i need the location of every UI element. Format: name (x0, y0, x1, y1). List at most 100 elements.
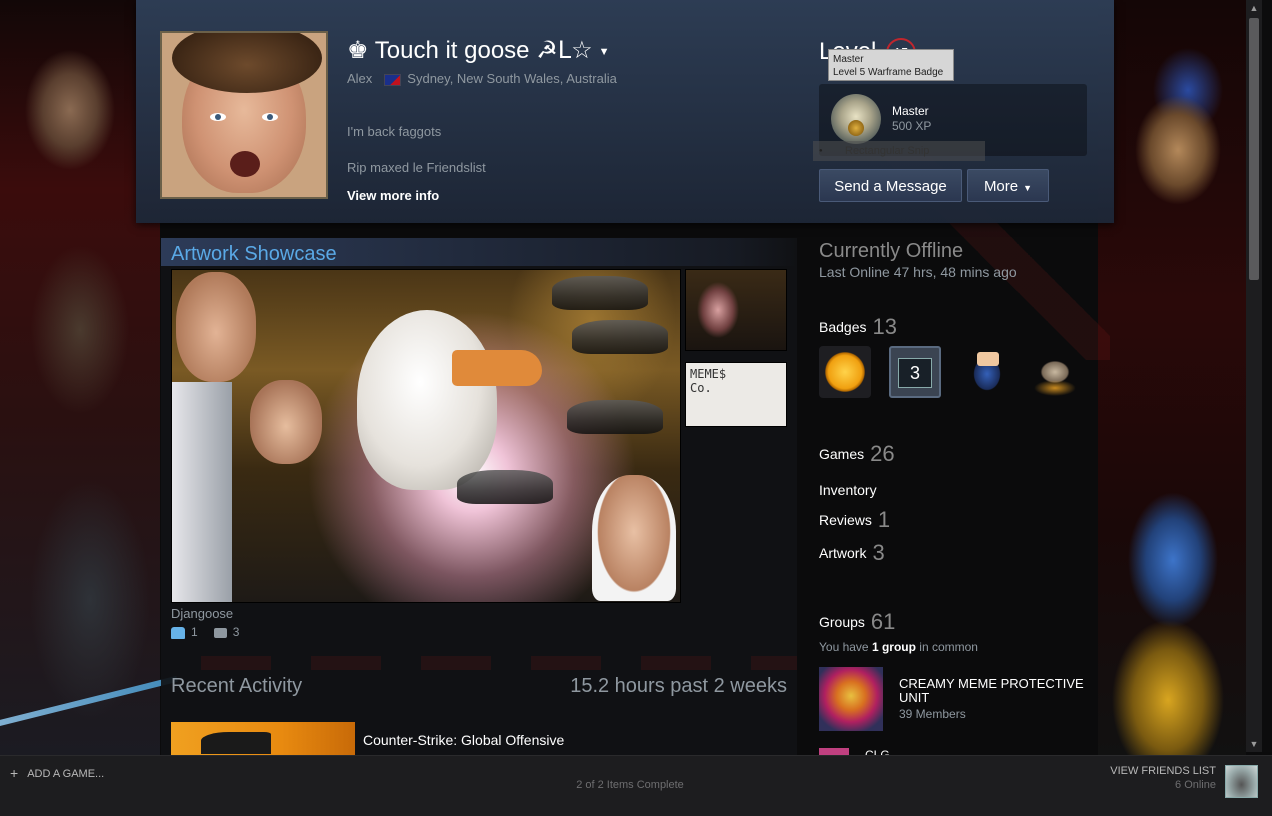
featured-badge-name: Master (892, 104, 929, 118)
send-message-button[interactable]: Send a Message (819, 169, 962, 202)
real-name: Alex (347, 71, 373, 86)
badges-link[interactable]: Badges 13 (819, 314, 897, 340)
snipping-tool-overlay: Rectangular Snip (813, 141, 985, 161)
games-count: 26 (870, 441, 895, 466)
last-online: Last Online 47 hrs, 48 mins ago (819, 264, 1017, 280)
reviews-link[interactable]: Reviews 1 (819, 507, 890, 533)
recent-activity-title: Recent Activity (171, 675, 303, 697)
profile-sidebar: Currently Offline Last Online 47 hrs, 48… (805, 238, 1095, 755)
groups-count: 61 (870, 609, 896, 634)
profile-summary-line: I'm back faggots (347, 124, 442, 139)
chevron-down-icon: ▼ (1023, 183, 1033, 193)
game-banner-image[interactable] (171, 722, 355, 755)
scroll-thumb[interactable] (1249, 18, 1259, 280)
level-badge-icon[interactable]: 3 (889, 346, 941, 398)
group-name-link[interactable]: CREAMY MEME PROTECTIVE UNIT (899, 677, 1094, 705)
comment-count: 3 (232, 625, 240, 639)
groups-in-common: You have 1 group in common (819, 640, 978, 654)
inventory-label: Inventory (819, 482, 877, 498)
thumbnail-text: MEME$ Co. (690, 367, 727, 395)
avatar-eye (210, 113, 226, 121)
like-count: 1 (191, 625, 198, 639)
games-label: Games (819, 446, 865, 462)
avatar-eye (262, 113, 278, 121)
showcase-title: Artwork Showcase (171, 243, 337, 265)
artwork-car (567, 400, 663, 434)
group-member-count: 39 Members (899, 707, 966, 721)
showcase-header: Artwork Showcase (161, 238, 797, 266)
warframe-badge-icon (831, 94, 881, 144)
profile-header: ♚ Touch it goose ☭ᒪ☆ ▼ Alex Sydney, New So… (136, 0, 1114, 223)
background-art-right (1098, 0, 1246, 755)
send-message-label: Send a Message (834, 178, 947, 195)
artwork-goose-beak (452, 350, 542, 386)
group-avatar[interactable] (819, 667, 883, 731)
comment-icon[interactable] (213, 627, 227, 638)
featured-badge-xp: 500 XP (892, 119, 932, 133)
tooltip-subtitle: Level 5 Warframe Badge (833, 67, 944, 78)
groups-common-prefix: You have (819, 640, 869, 654)
artwork-thumbnail[interactable] (685, 269, 787, 351)
group-avatar[interactable] (819, 748, 849, 755)
coin-badge-icon[interactable] (819, 346, 871, 398)
section-divider (161, 656, 797, 670)
more-label: More (983, 178, 1019, 195)
artwork-link[interactable]: Artwork 3 (819, 540, 885, 566)
artwork-car (457, 470, 553, 504)
friends-online-count: 6 Online (1175, 779, 1216, 791)
artwork-car (572, 320, 668, 354)
badges-count: 13 (872, 314, 897, 339)
chevron-down-icon[interactable]: ▼ (599, 46, 610, 58)
artwork-face (592, 475, 676, 601)
window-edge (1262, 0, 1272, 752)
tooltip-title: Master (833, 54, 864, 65)
location: Sydney, New South Wales, Australia (407, 71, 617, 86)
groups-common-suffix: in common (919, 640, 978, 654)
thumbs-up-icon[interactable] (171, 626, 185, 639)
persona-name[interactable]: ♚ Touch it goose ☭ᒪ☆ ▼ (347, 36, 609, 65)
background-blade (0, 675, 178, 731)
download-status[interactable]: 2 of 2 Items Complete (0, 779, 1260, 791)
real-name-location: Alex Sydney, New South Wales, Australia (347, 71, 617, 86)
artwork-stats: 13 (171, 625, 239, 639)
group-name-link[interactable]: CLG (865, 748, 890, 755)
recent-activity-hours: 15.2 hours past 2 weeks (570, 675, 787, 697)
view-more-info-link[interactable]: View more info (347, 188, 439, 203)
reviews-label: Reviews (819, 512, 872, 528)
badge-tooltip: Master Level 5 Warframe Badge (828, 49, 954, 81)
pixel-character-badge-icon[interactable] (961, 346, 1013, 398)
artwork-label: Artwork (819, 545, 867, 561)
scroll-up-icon[interactable]: ▲ (1246, 0, 1262, 16)
profile-main-column: Artwork Showcase MEME$ Co. Djangoose 13 … (161, 238, 797, 755)
online-status: Currently Offline (819, 240, 964, 262)
game-name-link[interactable]: Counter-Strike: Global Offensive (363, 732, 564, 748)
artwork-goose (357, 310, 497, 490)
australia-flag-icon (384, 73, 402, 86)
inventory-link[interactable]: Inventory (819, 482, 877, 498)
artwork-caption[interactable]: Djangoose (171, 606, 233, 621)
groups-label: Groups (819, 614, 865, 630)
groups-common-count: 1 group (871, 640, 916, 654)
artwork-face (176, 272, 256, 382)
games-link[interactable]: Games 26 (819, 441, 895, 467)
profile-avatar[interactable] (160, 31, 328, 199)
artwork-car (552, 276, 648, 310)
artwork-main-image[interactable] (171, 269, 681, 603)
artwork-count: 3 (872, 540, 885, 565)
artwork-thumbnail[interactable]: MEME$ Co. (685, 362, 787, 427)
user-avatar[interactable] (1225, 765, 1258, 798)
avatar-mouth (230, 151, 260, 177)
badge-number: 3 (898, 358, 932, 388)
creature-badge-icon[interactable] (1029, 346, 1081, 398)
profile-summary-line: Rip maxed le Friendslist (347, 160, 486, 175)
steam-bottom-bar: + ADD A GAME... 2 of 2 Items Complete VIE… (0, 755, 1272, 816)
artwork-face (250, 380, 322, 464)
view-friends-list-link[interactable]: VIEW FRIENDS LIST (1110, 765, 1216, 777)
groups-link[interactable]: Groups 61 (819, 609, 895, 635)
more-button[interactable]: More ▼ (967, 169, 1049, 202)
artwork-figure (172, 382, 232, 602)
scroll-down-icon[interactable]: ▼ (1246, 736, 1262, 752)
vertical-scrollbar[interactable]: ▲ ▼ (1246, 0, 1262, 752)
persona-name-text: ♚ Touch it goose ☭ᒪ☆ (347, 37, 593, 64)
reviews-count: 1 (877, 507, 891, 532)
